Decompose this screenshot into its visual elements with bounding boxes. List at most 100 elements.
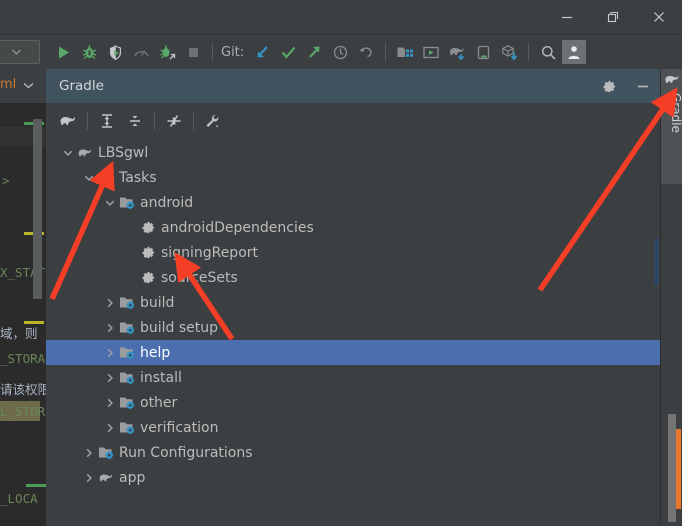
undo-arrow-icon [359,46,372,57]
tree-scrollbar-thumb[interactable] [654,238,659,286]
tree-row[interactable]: install [46,365,660,390]
git-commit-button[interactable] [275,39,301,65]
sdk-manager-icon [397,47,414,57]
chevron-right-icon[interactable] [81,470,97,486]
tree-row[interactable]: verification [46,415,660,440]
ide-window: Git: ml > X_STAT 域，则 _STORA 请该权限 L_STOR … [0,0,682,526]
gradle-elephant-icon [76,145,94,161]
run-configuration-selector[interactable] [0,40,40,64]
chevron-right-icon[interactable] [102,320,118,336]
tree-scrollbar-track[interactable] [653,138,660,526]
folder-task-icon [118,370,136,386]
chevron-down-icon[interactable] [23,82,34,89]
sdk-manager-button[interactable] [392,39,418,65]
chevron-right-icon[interactable] [81,445,97,461]
git-push-button[interactable] [301,39,327,65]
tree-row-label: Tasks [119,169,157,186]
search-everywhere-button[interactable] [535,39,561,65]
checkmark-icon [281,46,296,59]
chevron-down-icon[interactable] [102,195,118,211]
collapse-all-button[interactable] [121,108,149,134]
toolbar-divider-3 [193,111,194,130]
toolbar-divider-2 [385,43,387,61]
editor-scrollbar-thumb[interactable] [33,119,42,299]
sync-project-gradle-button[interactable] [444,39,470,65]
folder-task-icon [118,295,136,311]
close-button[interactable] [636,0,682,34]
run-button[interactable] [50,39,76,65]
tree-row[interactable]: Run Configurations [46,440,660,465]
hide-tool-window-button[interactable] [626,69,660,103]
git-history-button[interactable] [327,39,353,65]
debug-button[interactable] [76,39,102,65]
wrench-dropdown-icon [206,114,219,127]
avd-manager-button[interactable] [418,39,444,65]
chevron-down-icon[interactable] [81,170,97,186]
debug-bug-icon [82,45,96,59]
folder-task-icon [97,170,115,186]
gradle-settings-button[interactable] [592,69,626,103]
tree-row[interactable]: androidDependencies [46,215,660,240]
tree-row[interactable]: LBSgwl [46,140,660,165]
restore-button[interactable] [590,0,636,34]
profiler-button[interactable] [128,39,154,65]
chevron-right-icon[interactable] [102,345,118,361]
tree-row-label: verification [140,419,219,436]
tree-row[interactable]: build setup [46,315,660,340]
toggle-offline-mode-button[interactable] [160,108,188,134]
tree-row-label: Run Configurations [119,444,253,461]
tree-row[interactable]: help [46,340,660,365]
chevron-down-icon [11,49,21,55]
run-icon [58,46,69,58]
gradle-strip-label: Gradle [669,93,682,133]
expand-all-button[interactable] [93,108,121,134]
tree-row-label: help [140,344,171,361]
tree-row[interactable]: app [46,465,660,490]
tree-row[interactable]: Tasks [46,165,660,190]
gear-icon [603,80,615,92]
arrow-down-left-icon [257,45,268,57]
build-tool-settings-button[interactable] [199,108,227,134]
gradle-tool-window: Gradle LBSgwl Tasks android androidDepen… [46,69,660,526]
chevron-right-icon[interactable] [102,420,118,436]
title-bar [0,0,682,35]
chevron-right-icon[interactable] [102,295,118,311]
tree-row[interactable]: build [46,290,660,315]
gradle-panel-toolbar [46,103,660,138]
git-update-project-button[interactable] [249,39,275,65]
toolbar-divider [212,43,213,61]
gradle-panel-title: Gradle [59,78,104,94]
tree-row[interactable]: signingReport [46,240,660,265]
tree-row[interactable]: other [46,390,660,415]
attach-debugger-button[interactable] [154,39,180,65]
minimize-icon [638,85,648,88]
tree-row[interactable]: sourceSets [46,265,660,290]
offline-mode-icon [167,114,181,127]
stop-button[interactable] [180,39,206,65]
gradle-task-tree[interactable]: LBSgwl Tasks android androidDependencies sig… [46,138,660,526]
user-avatar-icon [562,40,587,64]
tree-row-label: sourceSets [161,269,238,286]
git-rollback-button[interactable] [353,39,379,65]
editor-code-area[interactable]: > X_STAT 域，则 _STORA 请该权限 L_STOR _LOCA [0,103,46,526]
toolbar-divider [87,111,88,130]
run-with-coverage-button[interactable] [102,39,128,65]
gradle-strip-tab[interactable]: Gradle [661,69,682,184]
minimize-button[interactable] [544,0,590,34]
gradle-elephant-icon [665,75,679,83]
chevron-down-icon[interactable] [60,145,76,161]
right-scrollbar-accent [676,429,681,509]
tree-row-label: LBSgwl [98,144,149,161]
folder-task-icon [118,320,136,336]
tree-row-label: other [140,394,178,411]
right-scrollbar-thumb[interactable] [668,414,676,522]
device-manager-button[interactable] [470,39,496,65]
coverage-shield-icon [109,44,121,60]
reload-gradle-project-button[interactable] [54,108,82,134]
chevron-right-icon[interactable] [102,395,118,411]
chevron-right-icon[interactable] [102,370,118,386]
build-apk-button[interactable] [496,39,522,65]
account-button[interactable] [561,39,587,65]
code-fragment: _LOCA [0,491,38,506]
tree-row[interactable]: android [46,190,660,215]
